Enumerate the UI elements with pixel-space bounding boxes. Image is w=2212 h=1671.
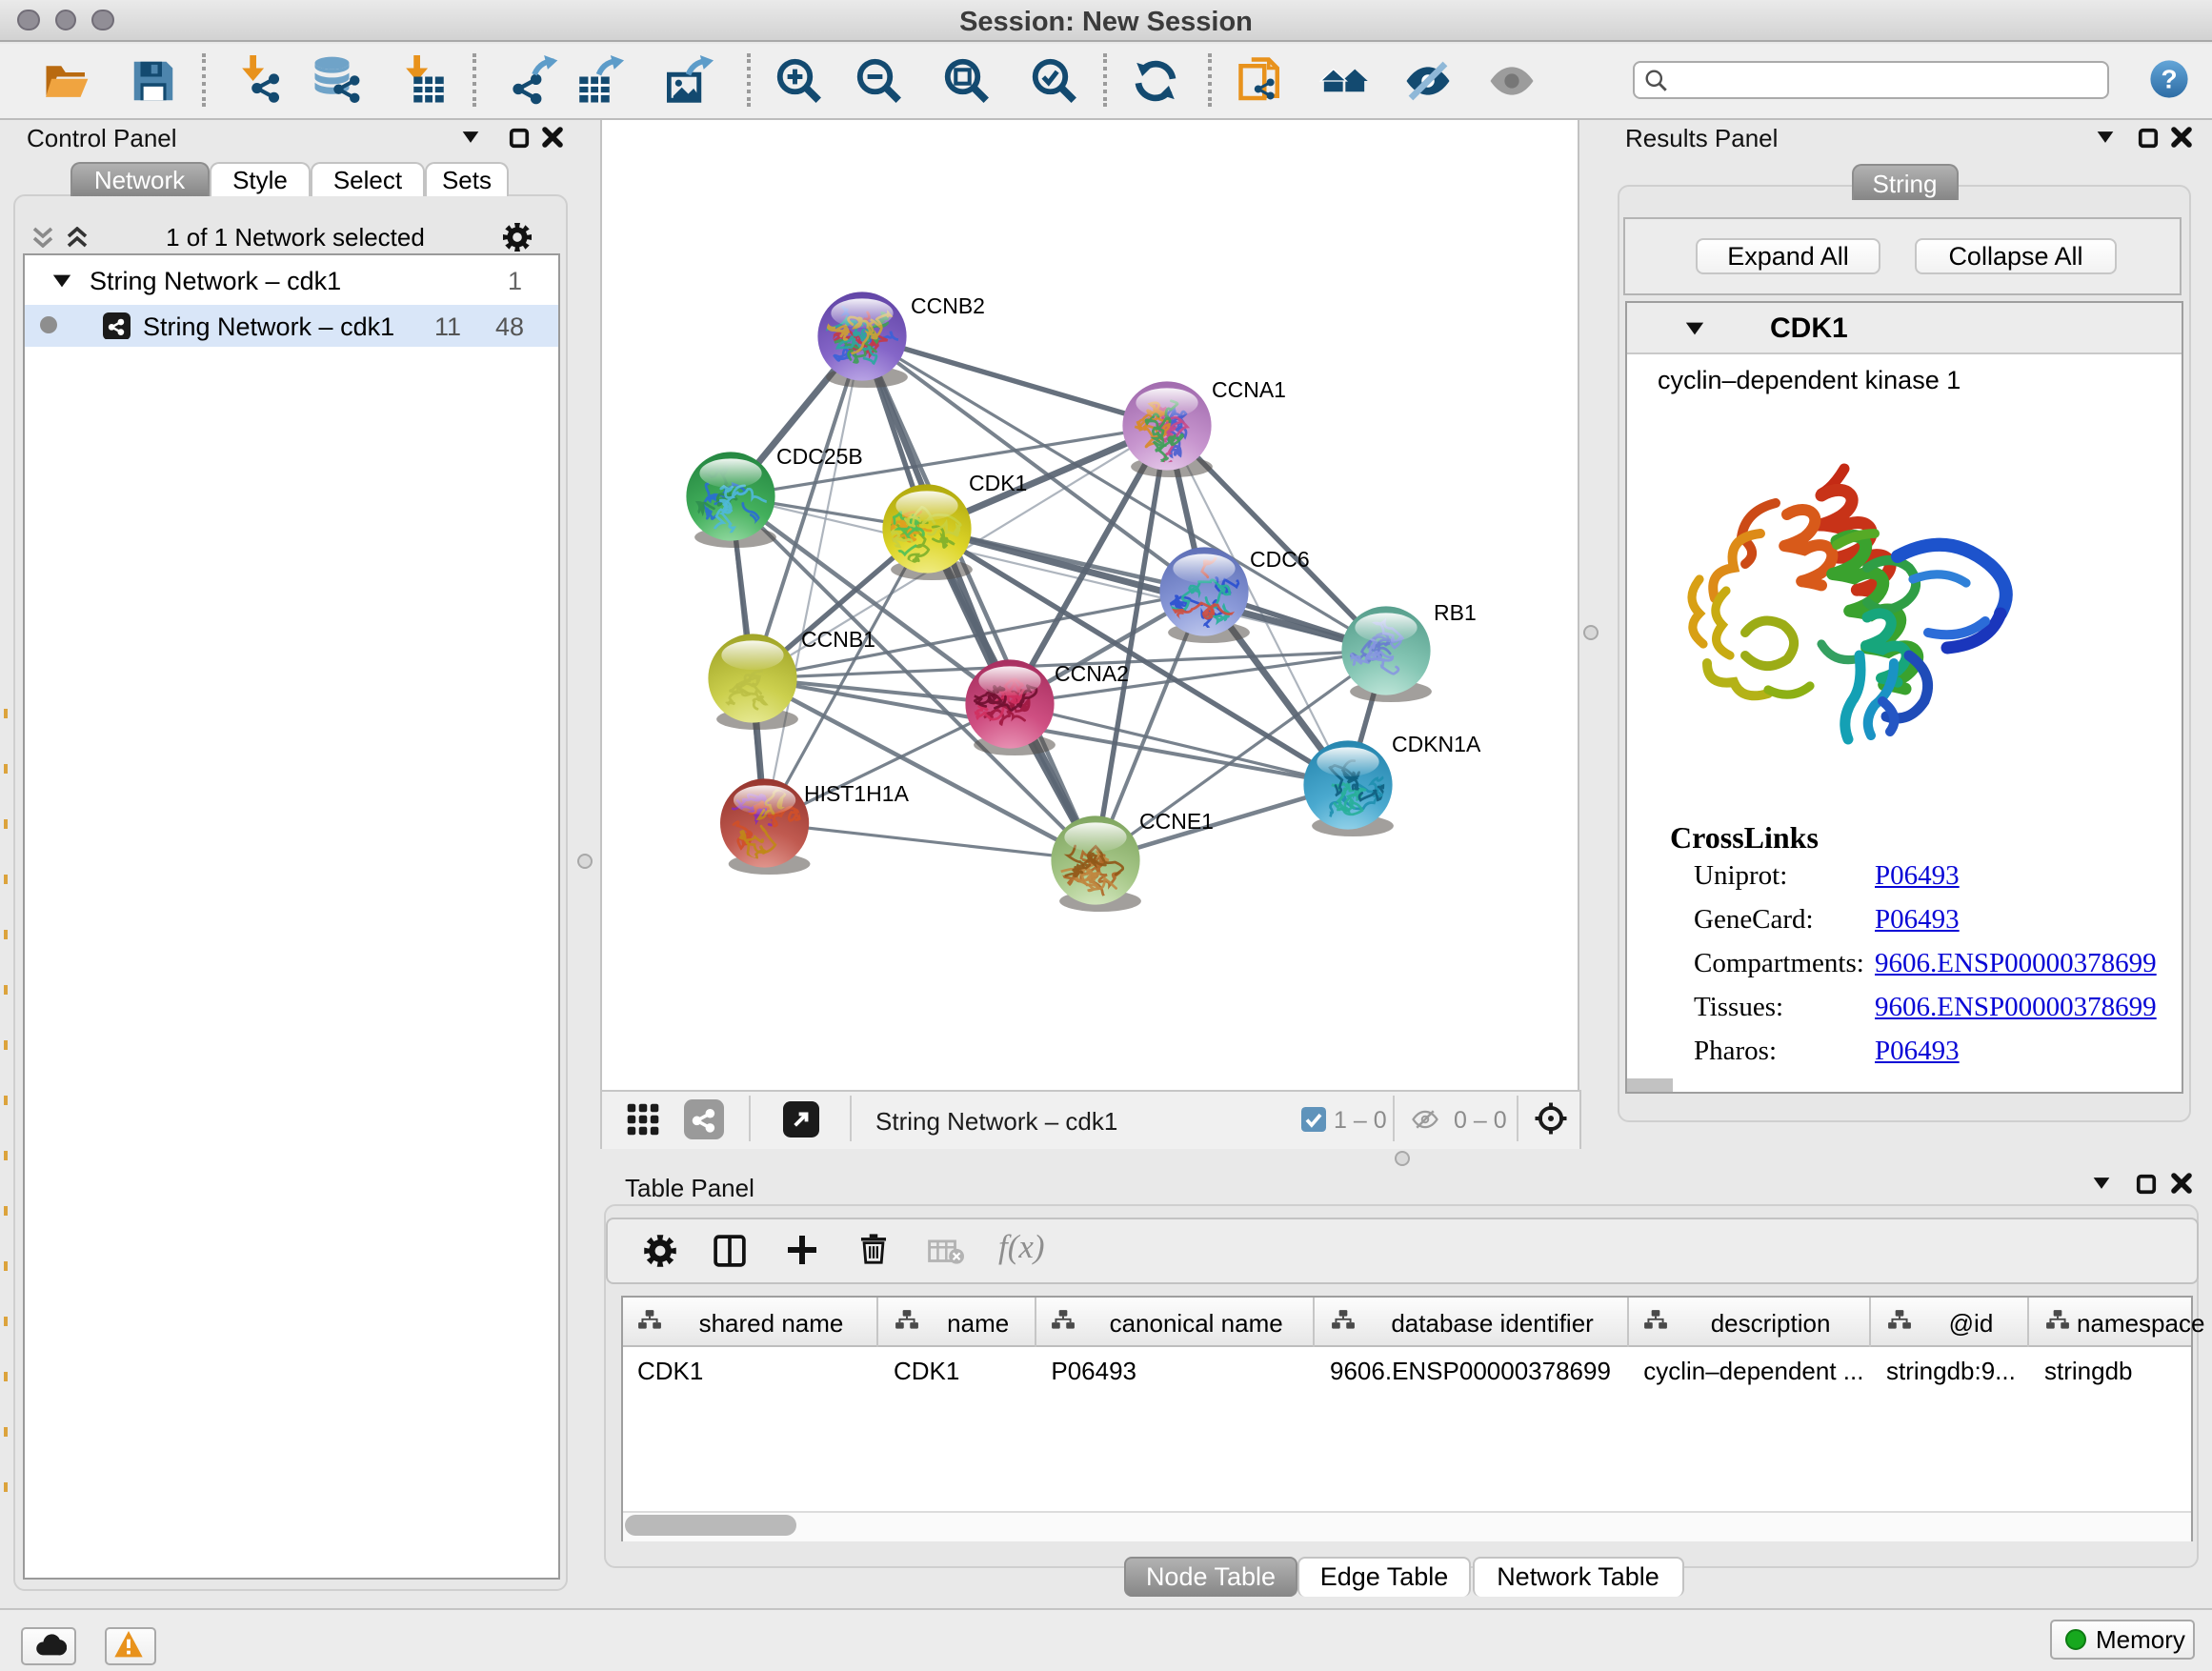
svg-text:CDK1: CDK1: [968, 470, 1026, 494]
svg-text:CDKN1A: CDKN1A: [1391, 731, 1480, 755]
svg-text:RB1: RB1: [1433, 599, 1476, 624]
svg-text:CCNA1: CCNA1: [1211, 376, 1285, 401]
svg-text:?: ?: [2161, 65, 2177, 94]
svg-text:CCNA2: CCNA2: [1054, 660, 1128, 685]
svg-text:HIST1H1A: HIST1H1A: [803, 780, 909, 805]
svg-text:CCNE1: CCNE1: [1138, 808, 1213, 833]
svg-text:CDC25B: CDC25B: [775, 443, 862, 468]
svg-text:CCNB2: CCNB2: [910, 292, 984, 317]
svg-text:CCNB1: CCNB1: [800, 626, 875, 651]
svg-text:CDC6: CDC6: [1249, 546, 1309, 571]
